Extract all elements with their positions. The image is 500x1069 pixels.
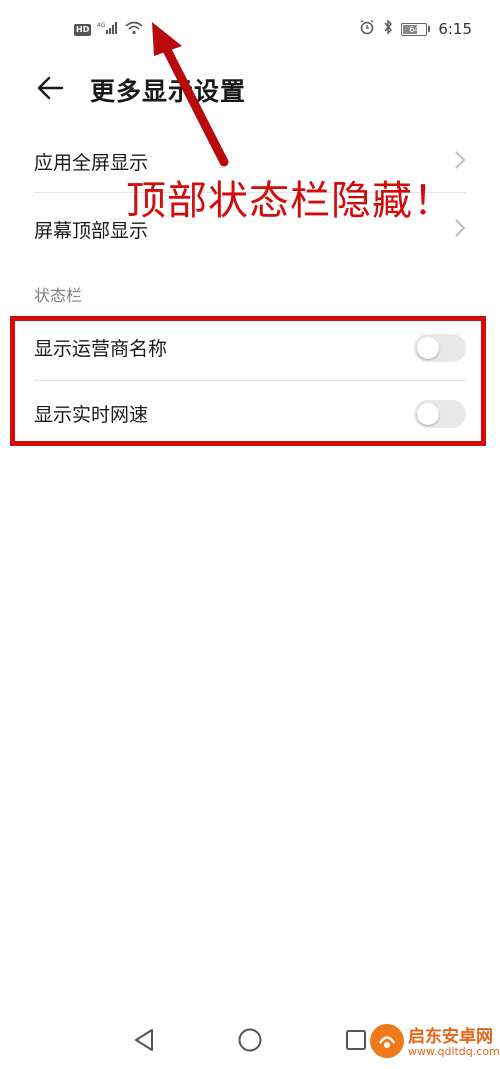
watermark-url: www.qdltdq.com [408,1045,500,1058]
nav-back-button[interactable] [124,1020,164,1060]
home-circle-icon [238,1028,262,1052]
watermark: 启东安卓网 www.qdltdq.com [370,1020,500,1066]
recents-square-icon [346,1030,366,1050]
annotation-text: 顶部状态栏隐藏！ [126,178,454,224]
nav-home-button[interactable] [230,1020,270,1060]
back-triangle-icon [135,1029,153,1051]
chevron-right-icon [455,219,466,237]
section-label-status-bar: 状态栏 [34,286,83,305]
watermark-logo-icon [370,1024,404,1058]
watermark-name: 启东安卓网 [408,1027,493,1047]
highlight-box [10,316,486,446]
